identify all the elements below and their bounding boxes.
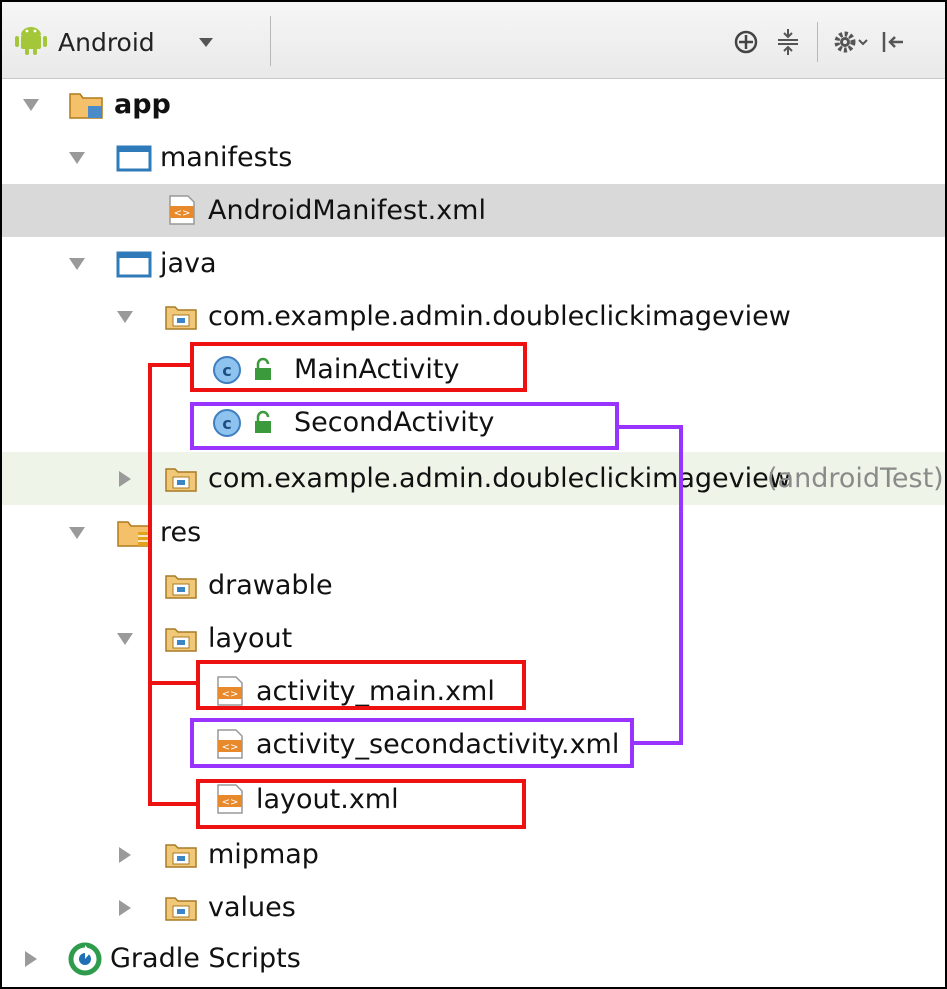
tree-row-res[interactable]: res — [2, 506, 945, 559]
annotation-box-secondactivity — [190, 402, 619, 450]
tree-label: layout — [208, 623, 293, 654]
tree-row-manifests[interactable]: manifests — [2, 131, 945, 184]
xml-file-icon: <> — [166, 194, 198, 226]
tree-label: AndroidManifest.xml — [208, 195, 486, 226]
annotation-connector-red — [148, 802, 198, 806]
target-icon[interactable] — [726, 29, 766, 55]
tree-row-package[interactable]: com.example.admin.doubleclickimageview — [2, 290, 945, 343]
tree-row-androidmanifest[interactable]: <> AndroidManifest.xml — [2, 184, 945, 237]
expand-arrow-icon[interactable] — [116, 899, 134, 917]
expand-arrow-icon[interactable] — [116, 308, 134, 326]
gear-icon[interactable] — [824, 28, 878, 56]
toolbar-divider — [270, 16, 271, 66]
package-icon — [164, 571, 198, 601]
expand-arrow-icon[interactable] — [116, 470, 134, 488]
hide-icon[interactable] — [878, 29, 908, 55]
toolbar-divider — [810, 22, 824, 62]
tree-row-java[interactable]: java — [2, 237, 945, 290]
package-icon — [164, 464, 198, 494]
expand-arrow-icon[interactable] — [68, 524, 86, 542]
tree-label: com.example.admin.doubleclickimageview — [208, 301, 791, 332]
view-selector-dropdown[interactable]: Android — [14, 16, 213, 68]
expand-arrow-icon[interactable] — [68, 149, 86, 167]
annotation-box-activity-main-xml — [196, 660, 526, 710]
tree-row-package-androidtest[interactable]: com.example.admin.doubleclickimageview (… — [2, 452, 945, 505]
annotation-box-activity-secondactivity-xml — [190, 718, 634, 768]
tree-label: java — [160, 248, 217, 279]
tree-row-gradle-scripts[interactable]: Gradle Scripts — [2, 932, 945, 985]
annotation-box-layout-xml — [196, 779, 526, 829]
tree-row-layout[interactable]: layout — [2, 612, 945, 665]
toolbar-actions — [726, 16, 908, 68]
project-toolbar: Android — [2, 2, 945, 79]
tree-label: res — [160, 517, 202, 548]
annotation-connector-purple — [679, 425, 683, 745]
folder-icon — [116, 143, 152, 173]
annotation-connector-red — [148, 363, 194, 367]
expand-arrow-icon[interactable] — [22, 96, 40, 114]
tree-label: app — [114, 89, 171, 120]
collapse-all-icon[interactable] — [766, 27, 810, 57]
view-selector-label: Android — [58, 27, 155, 57]
tree-row-values[interactable]: values — [2, 881, 945, 934]
package-icon — [164, 302, 198, 332]
android-icon — [14, 25, 48, 59]
tree-label: com.example.admin.doubleclickimageview — [208, 463, 791, 494]
package-icon — [164, 893, 198, 923]
annotation-connector-purple — [632, 741, 683, 745]
expand-arrow-icon[interactable] — [116, 630, 134, 648]
project-panel: Android app manifests <> AndroidManifest… — [0, 0, 947, 989]
module-folder-icon — [68, 88, 108, 120]
tree-row-app[interactable]: app — [2, 78, 945, 131]
folder-icon — [116, 249, 152, 279]
tree-label-suffix: (androidTest) — [767, 463, 944, 494]
tree-label: mipmap — [208, 839, 319, 870]
tree-label: values — [208, 892, 296, 923]
tree-label: drawable — [208, 570, 333, 601]
expand-arrow-icon[interactable] — [116, 846, 134, 864]
annotation-connector-purple — [617, 425, 683, 429]
package-icon — [164, 840, 198, 870]
tree-label: Gradle Scripts — [110, 943, 301, 974]
annotation-connector-red — [148, 363, 152, 806]
expand-arrow-icon[interactable] — [22, 950, 40, 968]
svg-text:<>: <> — [174, 208, 191, 219]
annotation-connector-red — [148, 681, 198, 685]
package-icon — [164, 624, 198, 654]
expand-arrow-icon[interactable] — [68, 255, 86, 273]
annotation-box-mainactivity — [190, 342, 527, 392]
gradle-icon — [68, 942, 102, 976]
tree-row-drawable[interactable]: drawable — [2, 559, 945, 612]
tree-row-mipmap[interactable]: mipmap — [2, 828, 945, 881]
tree-label: manifests — [160, 142, 293, 173]
chevron-down-icon — [198, 37, 213, 47]
